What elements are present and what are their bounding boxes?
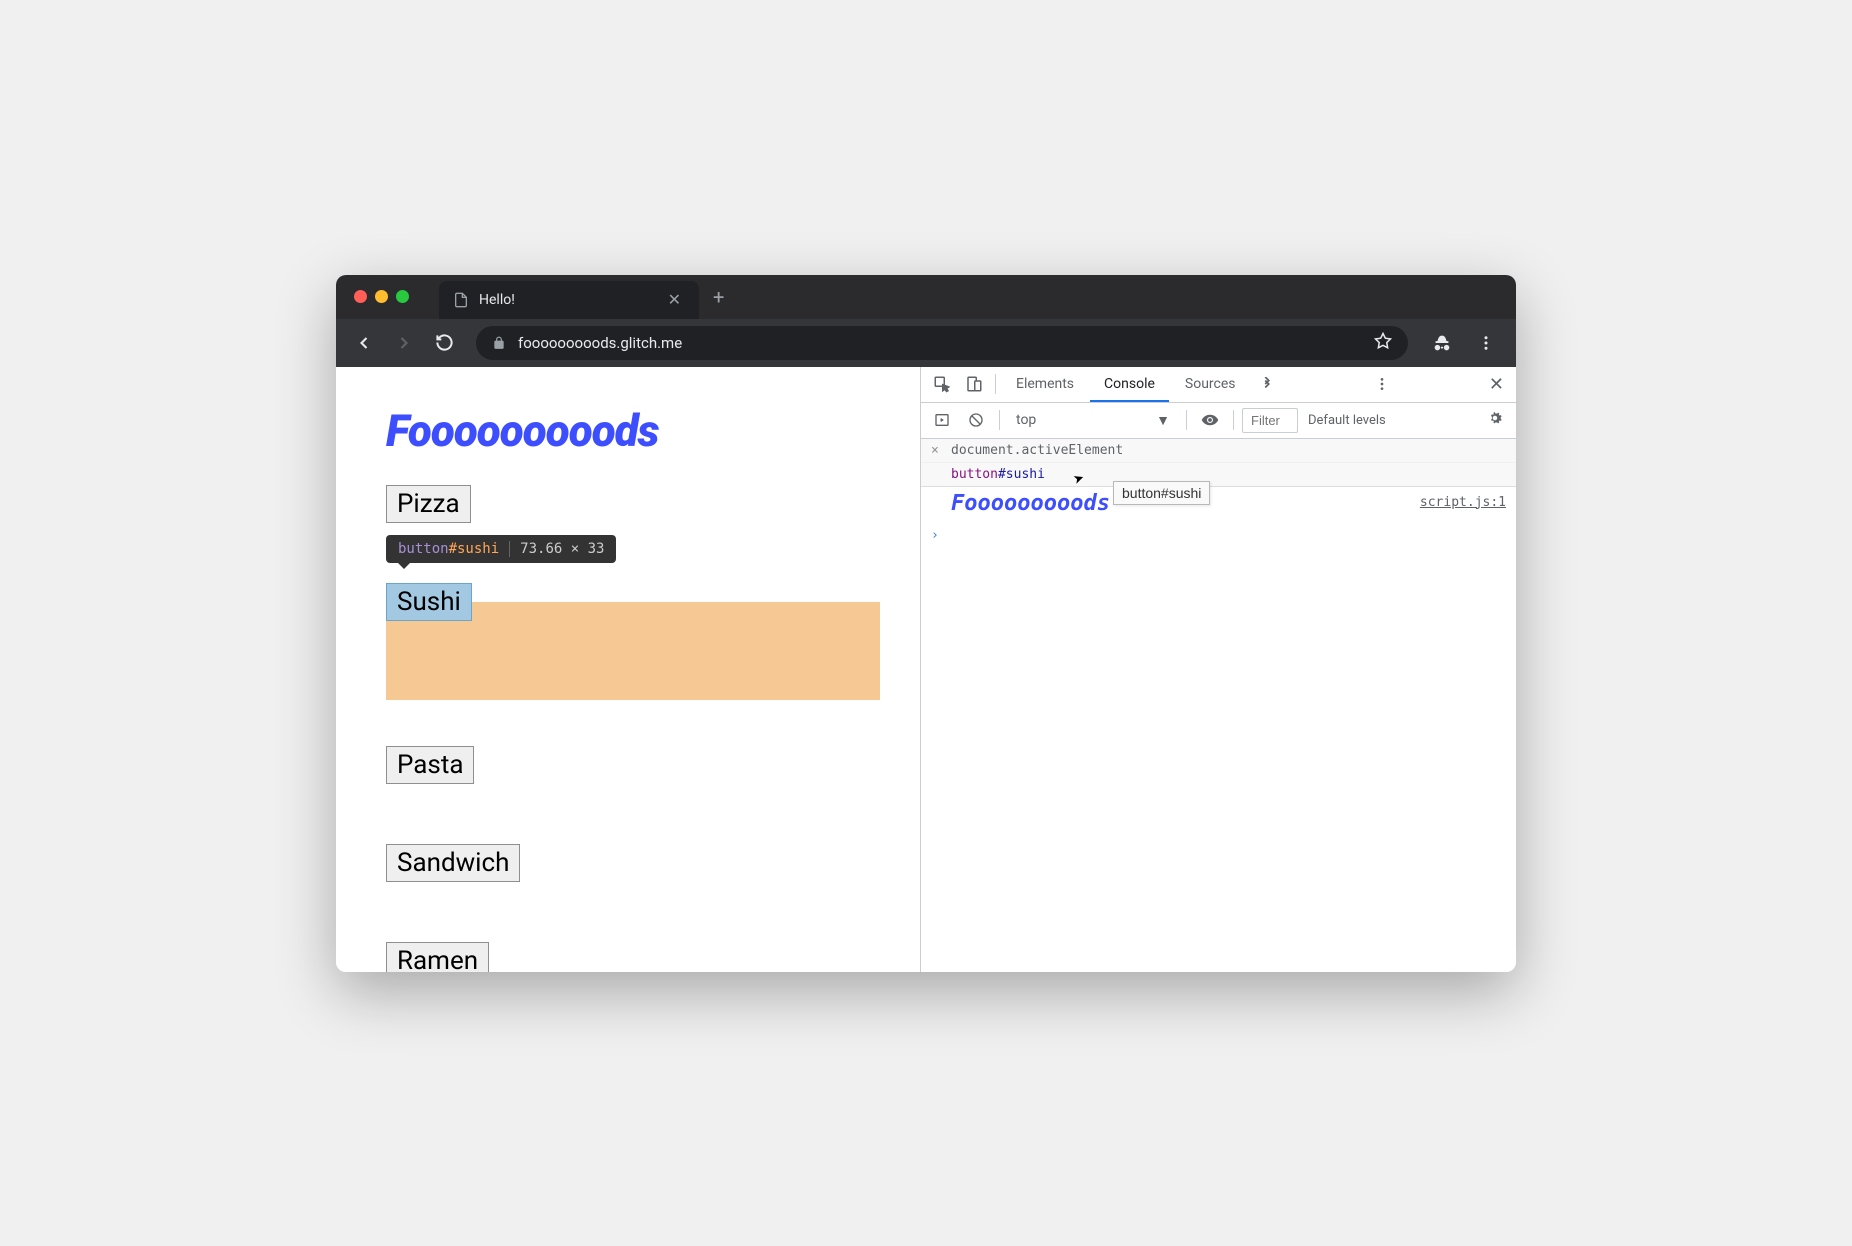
forward-button[interactable] — [388, 327, 420, 359]
console-settings-gear-icon[interactable] — [1480, 409, 1510, 431]
food-button-sandwich[interactable]: Sandwich — [386, 844, 520, 882]
divider — [1233, 410, 1234, 430]
divider — [999, 410, 1000, 430]
lock-icon — [492, 336, 506, 350]
bookmark-star-icon[interactable] — [1374, 332, 1392, 354]
food-button-ramen[interactable]: Ramen — [386, 942, 489, 972]
food-button-sushi[interactable]: Sushi — [386, 583, 472, 621]
address-bar[interactable]: fooooooooods.glitch.me — [476, 326, 1408, 360]
devtools-menu-icon[interactable] — [1367, 369, 1397, 399]
devtools-panel: Elements Console Sources ✕ — [920, 367, 1516, 972]
live-expression-eye-icon[interactable] — [1195, 405, 1225, 435]
divider — [995, 374, 996, 394]
food-button-pasta[interactable]: Pasta — [386, 746, 474, 784]
tab-elements[interactable]: Elements — [1002, 368, 1088, 400]
page-icon — [453, 292, 469, 308]
page-content: Fooooooooods Pizza button#sushi 73.66 × … — [336, 367, 920, 972]
divider — [1186, 410, 1187, 430]
console-sidebar-toggle-icon[interactable] — [927, 405, 957, 435]
browser-window: Hello! ✕ + fooooooooods.glitch.me — [336, 275, 1516, 972]
eval-expression: document.activeElement — [951, 443, 1506, 458]
tooltip-divider — [509, 541, 510, 557]
inspect-element-icon[interactable] — [927, 369, 957, 399]
window-close-button[interactable] — [354, 290, 367, 303]
console-toolbar: top ▼ Default levels — [921, 403, 1516, 439]
more-tabs-icon[interactable] — [1252, 369, 1282, 399]
titlebar: Hello! ✕ + — [336, 275, 1516, 319]
content-area: Fooooooooods Pizza button#sushi 73.66 × … — [336, 367, 1516, 972]
tab-console[interactable]: Console — [1090, 368, 1169, 402]
log-levels-dropdown[interactable]: Default levels — [1302, 413, 1392, 428]
food-button-pizza[interactable]: Pizza — [386, 485, 471, 523]
eval-close-icon[interactable]: × — [931, 443, 951, 458]
tooltip-dimensions: 73.66 × 33 — [520, 541, 604, 557]
url-text: fooooooooods.glitch.me — [518, 334, 682, 352]
console-eval-row[interactable]: × document.activeElement — [921, 439, 1516, 463]
browser-toolbar: fooooooooods.glitch.me — [336, 319, 1516, 367]
console-output: × document.activeElement button#sushi ➤ … — [921, 439, 1516, 972]
inspect-tooltip: button#sushi 73.66 × 33 — [386, 535, 616, 563]
prompt-chevron-icon: › — [931, 528, 951, 543]
filter-input[interactable] — [1242, 408, 1298, 433]
food-button-list: Pizza button#sushi 73.66 × 33 Sushi Past… — [386, 485, 870, 972]
tab-close-button[interactable]: ✕ — [664, 290, 685, 309]
console-prompt-row[interactable]: › — [921, 524, 1516, 547]
traffic-lights — [354, 290, 409, 303]
log-source-link[interactable]: script.js:1 — [1420, 495, 1506, 510]
food-button-sushi-wrapper: button#sushi 73.66 × 33 Sushi — [386, 583, 472, 621]
context-value: top — [1016, 412, 1036, 428]
devtools-tabs: Elements Console Sources ✕ — [921, 367, 1516, 403]
device-toolbar-icon[interactable] — [959, 369, 989, 399]
reload-button[interactable] — [428, 327, 460, 359]
new-tab-button[interactable]: + — [713, 285, 724, 309]
tab-title: Hello! — [479, 292, 515, 308]
devtools-close-button[interactable]: ✕ — [1483, 374, 1510, 395]
result-value: button#sushi — [951, 467, 1045, 482]
console-log-row[interactable]: Fooooooooods script.js:1 — [921, 487, 1516, 524]
incognito-icon[interactable] — [1424, 325, 1460, 361]
clear-console-icon[interactable] — [961, 405, 991, 435]
console-result-row[interactable]: button#sushi — [921, 463, 1516, 487]
kebab-menu-icon[interactable] — [1468, 325, 1504, 361]
tab-sources[interactable]: Sources — [1171, 368, 1250, 400]
window-minimize-button[interactable] — [375, 290, 388, 303]
page-heading: Fooooooooods — [386, 405, 870, 457]
log-message: Fooooooooods — [951, 491, 1110, 516]
window-maximize-button[interactable] — [396, 290, 409, 303]
tooltip-selector: button#sushi — [398, 541, 499, 557]
back-button[interactable] — [348, 327, 380, 359]
browser-tab[interactable]: Hello! ✕ — [439, 281, 699, 319]
execution-context-dropdown[interactable]: top ▼ — [1008, 408, 1178, 433]
element-hover-tooltip: button#sushi — [1113, 481, 1210, 505]
chevron-down-icon: ▼ — [1156, 412, 1170, 429]
